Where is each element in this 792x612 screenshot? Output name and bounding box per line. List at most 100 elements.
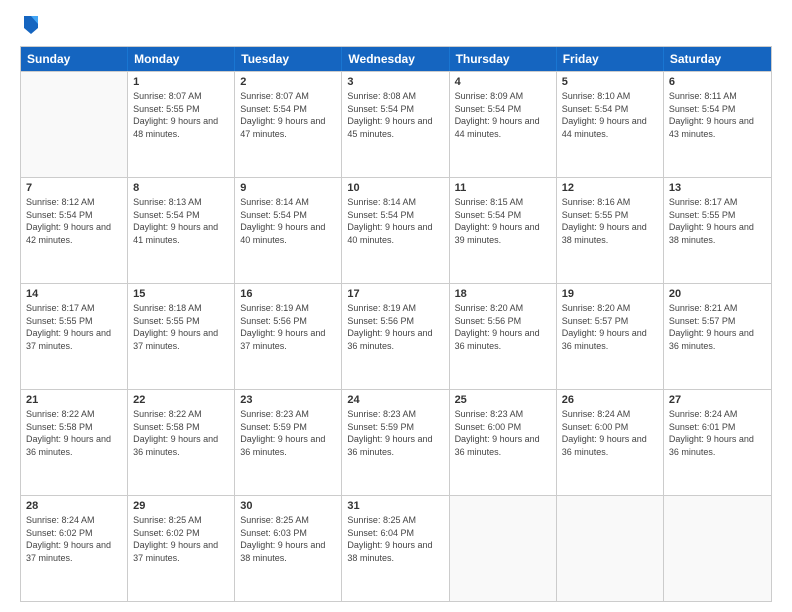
day-number: 4 xyxy=(455,76,551,88)
calendar-week: 21Sunrise: 8:22 AMSunset: 5:58 PMDayligh… xyxy=(21,389,771,495)
day-info: Sunrise: 8:24 AMSunset: 6:01 PMDaylight:… xyxy=(669,408,766,458)
day-info: Sunrise: 8:23 AMSunset: 6:00 PMDaylight:… xyxy=(455,408,551,458)
calendar-cell: 7 Sunrise: 8:12 AMSunset: 5:54 PMDaylight… xyxy=(21,178,128,283)
calendar-cell xyxy=(21,72,128,177)
day-number: 6 xyxy=(669,76,766,88)
day-info: Sunrise: 8:22 AMSunset: 5:58 PMDaylight:… xyxy=(26,408,122,458)
calendar-cell: 10Sunrise: 8:14 AMSunset: 5:54 PMDayligh… xyxy=(342,178,449,283)
calendar-cell: 18Sunrise: 8:20 AMSunset: 5:56 PMDayligh… xyxy=(450,284,557,389)
day-number: 17 xyxy=(347,288,443,300)
calendar-cell: 31 Sunrise: 8:25 AMSunset: 6:04 PMDayligh… xyxy=(342,496,449,601)
page: SundayMondayTuesdayWednesdayThursdayFrid… xyxy=(0,0,792,612)
day-info: Sunrise: 8:11 AMSunset: 5:54 PMDaylight:… xyxy=(669,90,766,140)
calendar-cell: 14Sunrise: 8:17 AMSunset: 5:55 PMDayligh… xyxy=(21,284,128,389)
day-info: Sunrise: 8:17 AMSunset: 5:55 PMDaylight:… xyxy=(26,302,122,352)
calendar-cell: 6 Sunrise: 8:11 AMSunset: 5:54 PMDaylight… xyxy=(664,72,771,177)
calendar-cell: 16 Sunrise: 8:19 AMSunset: 5:56 PMDayligh… xyxy=(235,284,342,389)
day-info: Sunrise: 8:24 AMSunset: 6:00 PMDaylight:… xyxy=(562,408,658,458)
logo-icon xyxy=(22,14,40,36)
calendar-cell: 28Sunrise: 8:24 AMSunset: 6:02 PMDayligh… xyxy=(21,496,128,601)
day-number: 31 xyxy=(347,500,443,512)
calendar-cell: 22 Sunrise: 8:22 AMSunset: 5:58 PMDayligh… xyxy=(128,390,235,495)
day-info: Sunrise: 8:13 AMSunset: 5:54 PMDaylight:… xyxy=(133,196,229,246)
calendar-cell: 30 Sunrise: 8:25 AMSunset: 6:03 PMDayligh… xyxy=(235,496,342,601)
day-number: 5 xyxy=(562,76,658,88)
day-info: Sunrise: 8:09 AMSunset: 5:54 PMDaylight:… xyxy=(455,90,551,140)
calendar-header: SundayMondayTuesdayWednesdayThursdayFrid… xyxy=(21,47,771,71)
calendar-cell: 25 Sunrise: 8:23 AMSunset: 6:00 PMDayligh… xyxy=(450,390,557,495)
calendar-cell: 24 Sunrise: 8:23 AMSunset: 5:59 PMDayligh… xyxy=(342,390,449,495)
day-number: 22 xyxy=(133,394,229,406)
calendar-cell: 5 Sunrise: 8:10 AMSunset: 5:54 PMDaylight… xyxy=(557,72,664,177)
calendar-header-cell: Sunday xyxy=(21,47,128,71)
calendar-cell: 11Sunrise: 8:15 AMSunset: 5:54 PMDayligh… xyxy=(450,178,557,283)
logo-text xyxy=(20,18,40,36)
day-info: Sunrise: 8:25 AMSunset: 6:03 PMDaylight:… xyxy=(240,514,336,564)
calendar-cell: 29Sunrise: 8:25 AMSunset: 6:02 PMDayligh… xyxy=(128,496,235,601)
day-number: 10 xyxy=(347,182,443,194)
calendar-cell xyxy=(557,496,664,601)
calendar-cell: 9 Sunrise: 8:14 AMSunset: 5:54 PMDaylight… xyxy=(235,178,342,283)
calendar-cell: 2Sunrise: 8:07 AMSunset: 5:54 PMDaylight… xyxy=(235,72,342,177)
day-number: 23 xyxy=(240,394,336,406)
calendar-cell: 23 Sunrise: 8:23 AMSunset: 5:59 PMDayligh… xyxy=(235,390,342,495)
calendar-header-cell: Thursday xyxy=(450,47,557,71)
calendar-cell xyxy=(450,496,557,601)
day-info: Sunrise: 8:19 AMSunset: 5:56 PMDaylight:… xyxy=(347,302,443,352)
day-number: 24 xyxy=(347,394,443,406)
calendar: SundayMondayTuesdayWednesdayThursdayFrid… xyxy=(20,46,772,602)
calendar-cell: 17 Sunrise: 8:19 AMSunset: 5:56 PMDayligh… xyxy=(342,284,449,389)
calendar-cell: 3 Sunrise: 8:08 AMSunset: 5:54 PMDaylight… xyxy=(342,72,449,177)
day-info: Sunrise: 8:23 AMSunset: 5:59 PMDaylight:… xyxy=(347,408,443,458)
day-info: Sunrise: 8:08 AMSunset: 5:54 PMDaylight:… xyxy=(347,90,443,140)
day-number: 7 xyxy=(26,182,122,194)
calendar-week: 14Sunrise: 8:17 AMSunset: 5:55 PMDayligh… xyxy=(21,283,771,389)
day-number: 1 xyxy=(133,76,229,88)
day-info: Sunrise: 8:20 AMSunset: 5:57 PMDaylight:… xyxy=(562,302,658,352)
day-number: 2 xyxy=(240,76,336,88)
calendar-cell xyxy=(664,496,771,601)
day-info: Sunrise: 8:17 AMSunset: 5:55 PMDaylight:… xyxy=(669,196,766,246)
day-number: 9 xyxy=(240,182,336,194)
day-number: 12 xyxy=(562,182,658,194)
day-number: 13 xyxy=(669,182,766,194)
day-number: 15 xyxy=(133,288,229,300)
calendar-header-cell: Monday xyxy=(128,47,235,71)
day-info: Sunrise: 8:07 AMSunset: 5:55 PMDaylight:… xyxy=(133,90,229,140)
day-info: Sunrise: 8:12 AMSunset: 5:54 PMDaylight:… xyxy=(26,196,122,246)
day-number: 27 xyxy=(669,394,766,406)
day-number: 25 xyxy=(455,394,551,406)
day-info: Sunrise: 8:25 AMSunset: 6:02 PMDaylight:… xyxy=(133,514,229,564)
logo xyxy=(20,18,40,36)
calendar-header-cell: Tuesday xyxy=(235,47,342,71)
day-info: Sunrise: 8:16 AMSunset: 5:55 PMDaylight:… xyxy=(562,196,658,246)
day-info: Sunrise: 8:21 AMSunset: 5:57 PMDaylight:… xyxy=(669,302,766,352)
calendar-cell: 13 Sunrise: 8:17 AMSunset: 5:55 PMDayligh… xyxy=(664,178,771,283)
day-number: 16 xyxy=(240,288,336,300)
calendar-cell: 21Sunrise: 8:22 AMSunset: 5:58 PMDayligh… xyxy=(21,390,128,495)
day-number: 19 xyxy=(562,288,658,300)
day-info: Sunrise: 8:10 AMSunset: 5:54 PMDaylight:… xyxy=(562,90,658,140)
calendar-week: 7 Sunrise: 8:12 AMSunset: 5:54 PMDaylight… xyxy=(21,177,771,283)
calendar-header-cell: Friday xyxy=(557,47,664,71)
day-info: Sunrise: 8:25 AMSunset: 6:04 PMDaylight:… xyxy=(347,514,443,564)
day-info: Sunrise: 8:18 AMSunset: 5:55 PMDaylight:… xyxy=(133,302,229,352)
calendar-body: 1 Sunrise: 8:07 AMSunset: 5:55 PMDaylight… xyxy=(21,71,771,601)
day-number: 30 xyxy=(240,500,336,512)
day-number: 11 xyxy=(455,182,551,194)
day-number: 18 xyxy=(455,288,551,300)
calendar-cell: 19 Sunrise: 8:20 AMSunset: 5:57 PMDayligh… xyxy=(557,284,664,389)
day-number: 20 xyxy=(669,288,766,300)
day-number: 28 xyxy=(26,500,122,512)
calendar-cell: 26Sunrise: 8:24 AMSunset: 6:00 PMDayligh… xyxy=(557,390,664,495)
calendar-cell: 27 Sunrise: 8:24 AMSunset: 6:01 PMDayligh… xyxy=(664,390,771,495)
day-info: Sunrise: 8:14 AMSunset: 5:54 PMDaylight:… xyxy=(240,196,336,246)
day-info: Sunrise: 8:23 AMSunset: 5:59 PMDaylight:… xyxy=(240,408,336,458)
calendar-cell: 4 Sunrise: 8:09 AMSunset: 5:54 PMDaylight… xyxy=(450,72,557,177)
header xyxy=(20,18,772,36)
calendar-header-cell: Saturday xyxy=(664,47,771,71)
day-number: 3 xyxy=(347,76,443,88)
calendar-cell: 12 Sunrise: 8:16 AMSunset: 5:55 PMDayligh… xyxy=(557,178,664,283)
day-info: Sunrise: 8:22 AMSunset: 5:58 PMDaylight:… xyxy=(133,408,229,458)
day-info: Sunrise: 8:19 AMSunset: 5:56 PMDaylight:… xyxy=(240,302,336,352)
